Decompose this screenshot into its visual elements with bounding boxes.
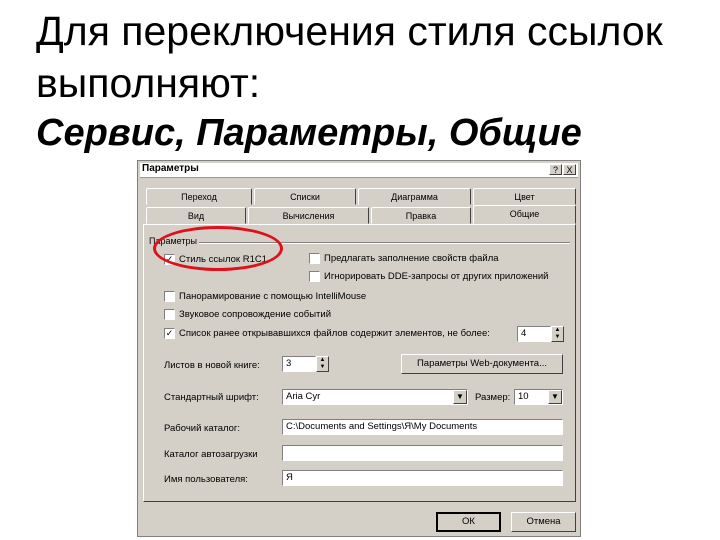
tab-view[interactable]: Вид xyxy=(146,207,246,224)
autoload-input[interactable] xyxy=(282,445,563,461)
size-dropdown-button[interactable]: ▼ xyxy=(548,390,562,404)
chevron-down-icon: ▼ xyxy=(456,392,464,401)
sound-label: Звуковое сопровождение событий xyxy=(179,309,332,320)
recent-files-checkbox[interactable]: ✓ Список ранее открывавшихся файлов соде… xyxy=(164,328,490,339)
checkbox-mark: ✓ xyxy=(164,328,175,339)
ignore-dde-label: Игнорировать DDE-запросы от других прило… xyxy=(324,271,549,282)
web-options-button[interactable]: Параметры Web-документа... xyxy=(401,354,563,374)
workdir-label: Рабочий каталог: xyxy=(164,423,241,434)
chevron-down-icon: ▼ xyxy=(551,392,559,401)
help-button[interactable]: ? xyxy=(549,164,562,175)
tab-general[interactable]: Общие xyxy=(473,205,576,224)
font-select[interactable]: Aria Cyr xyxy=(282,389,468,405)
recent-files-spinner[interactable]: ▲ ▼ xyxy=(551,326,564,342)
slide-title-line-1: Для переключения стиля ссылок xyxy=(36,8,663,54)
suggest-properties-label: Предлагать заполнение свойств файла xyxy=(324,253,499,264)
tab-lists[interactable]: Списки xyxy=(254,188,356,205)
dialog-titlebar: Параметры ? X xyxy=(140,163,578,178)
tab-edit[interactable]: Правка xyxy=(371,207,471,224)
intellimouse-checkbox[interactable]: Панорамирование с помощью IntelliMouse xyxy=(164,291,366,302)
recent-files-count-input[interactable]: 4 xyxy=(517,326,551,342)
dialog-title: Параметры xyxy=(142,163,199,174)
options-dialog: Параметры ? X Переход Списки Диаграмма Ц… xyxy=(137,160,581,537)
sheets-label: Листов в новой книге: xyxy=(164,360,260,371)
slide-title-line-2: выполняют: xyxy=(36,60,261,106)
tab-goto[interactable]: Переход xyxy=(146,188,252,205)
font-dropdown-button[interactable]: ▼ xyxy=(453,390,467,404)
ignore-dde-checkbox[interactable]: Игнорировать DDE-запросы от других прило… xyxy=(309,271,548,282)
intellimouse-label: Панорамирование с помощью IntelliMouse xyxy=(179,291,367,302)
suggest-properties-checkbox[interactable]: Предлагать заполнение свойств файла xyxy=(309,253,499,264)
tab-chart[interactable]: Диаграмма xyxy=(358,188,471,205)
spin-up-icon: ▲ xyxy=(554,327,561,333)
tab-color[interactable]: Цвет xyxy=(473,188,576,205)
autoload-label: Каталог автозагрузки xyxy=(164,449,258,460)
ok-button[interactable]: ОК xyxy=(436,512,501,532)
size-label: Размер: xyxy=(475,392,511,403)
sound-checkbox[interactable]: Звуковое сопровождение событий xyxy=(164,309,331,320)
spin-up-icon: ▲ xyxy=(319,357,326,363)
tab-calculation[interactable]: Вычисления xyxy=(248,207,369,224)
r1c1-highlight-ellipse xyxy=(153,226,283,271)
sheets-count-input[interactable]: 3 xyxy=(282,356,316,372)
recent-files-label: Список ранее открывавшихся файлов содерж… xyxy=(179,328,490,339)
username-label: Имя пользователя: xyxy=(164,474,248,485)
sheets-spinner[interactable]: ▲ ▼ xyxy=(316,356,329,372)
workdir-input[interactable]: C:\Documents and Settings\Я\My Documents xyxy=(282,419,563,435)
font-label: Стандартный шрифт: xyxy=(164,392,259,403)
spin-down-icon: ▼ xyxy=(554,334,561,340)
spin-down-icon: ▼ xyxy=(319,364,326,370)
slide-menu-path: Сервис, Параметры, Общие xyxy=(36,112,582,154)
username-input[interactable]: Я xyxy=(282,470,563,486)
cancel-button[interactable]: Отмена xyxy=(511,512,576,532)
close-button[interactable]: X xyxy=(563,164,576,175)
